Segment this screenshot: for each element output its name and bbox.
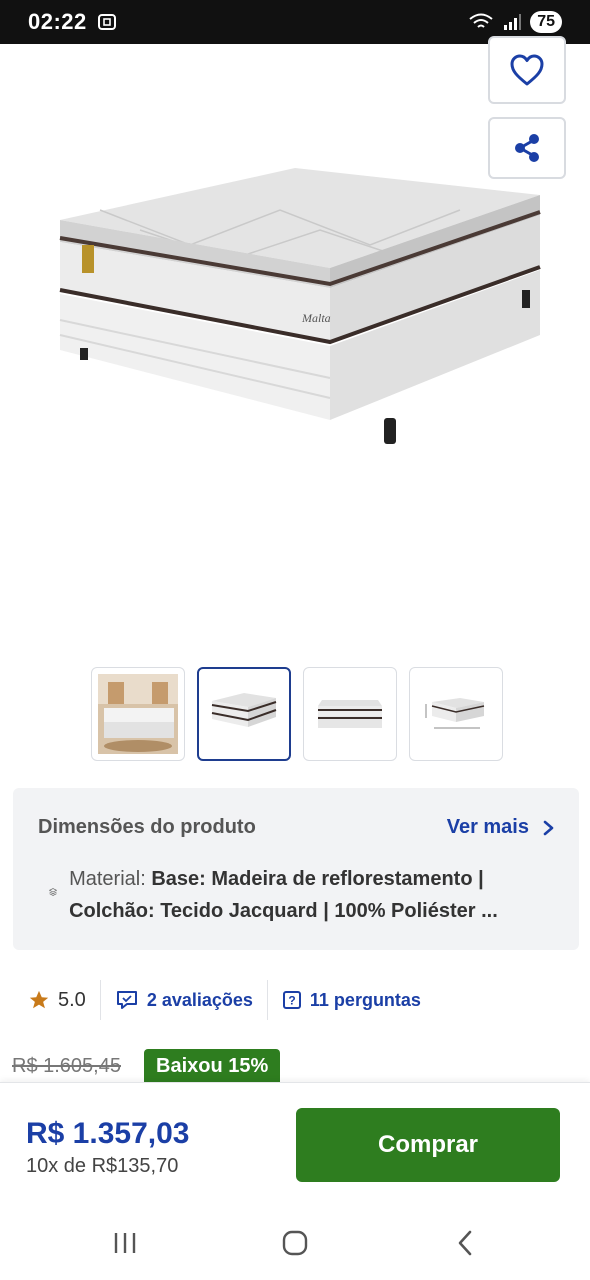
layers-icon <box>49 888 58 896</box>
review-bubble-icon <box>116 991 137 1009</box>
battery-level: 75 <box>530 11 562 33</box>
questions-label: 11 perguntas <box>309 989 421 1010</box>
dimensions-title: Dimensões do produto <box>38 816 256 838</box>
home-button[interactable] <box>265 1218 325 1268</box>
current-price: R$ 1.357,03 <box>26 1117 190 1150</box>
recent-apps-button[interactable] <box>95 1218 155 1268</box>
bedroom-photo-icon <box>98 674 178 754</box>
system-nav-bar <box>0 1206 590 1280</box>
thumbnail-mattress-angle[interactable] <box>197 667 291 761</box>
thumbnail-mattress-front[interactable] <box>303 667 397 761</box>
product-dimensions-card: Dimensões do produto Ver mais Material: … <box>13 788 579 950</box>
recent-apps-icon <box>114 1233 136 1253</box>
material-label: Material: <box>69 868 152 890</box>
reviews-label: 2 avaliações <box>146 989 253 1010</box>
home-icon <box>282 1230 308 1256</box>
svg-text:?: ? <box>288 994 295 1008</box>
back-button[interactable] <box>435 1218 495 1268</box>
chevron-right-icon <box>543 820 554 835</box>
status-indicators: 75 <box>468 11 562 33</box>
buy-bar: R$ 1.357,03 10x de R$135,70 Comprar <box>0 1082 590 1206</box>
discount-badge: Baixou 15% <box>144 1049 281 1083</box>
old-price: R$ 1.605,45 <box>12 1055 121 1077</box>
heart-icon <box>510 54 544 86</box>
questions-link[interactable]: ? 11 perguntas <box>266 980 435 1020</box>
mattress-brand-label: Malta <box>301 311 331 325</box>
product-image[interactable]: Malta <box>40 150 550 470</box>
rating-row: 5.0 2 avaliações ? 11 perguntas <box>14 980 435 1020</box>
mattress-dimensions-icon <box>425 698 485 729</box>
thumbnail-bedroom[interactable] <box>91 667 185 761</box>
screenshot-icon <box>97 14 116 30</box>
back-icon <box>458 1230 472 1256</box>
favorite-button[interactable] <box>488 36 566 104</box>
buy-button[interactable]: Comprar <box>296 1108 560 1182</box>
see-more-link[interactable]: Ver mais <box>447 816 555 839</box>
mattress-angle-icon <box>211 693 277 727</box>
material-text: Material: Base: Madeira de reflorestamen… <box>69 863 559 927</box>
thumbnail-strip <box>91 667 503 761</box>
star-icon <box>29 990 49 1009</box>
installments-text: 10x de R$135,70 <box>26 1155 179 1177</box>
see-more-label: Ver mais <box>446 816 529 838</box>
status-time: 02:22 <box>28 9 87 34</box>
question-icon: ? <box>282 991 301 1009</box>
mattress-front-icon <box>318 700 382 728</box>
thumbnail-mattress-dimensions[interactable] <box>409 667 503 761</box>
wifi-icon <box>469 13 493 28</box>
signal-icon <box>504 14 522 30</box>
rating-value: 5.0 <box>58 988 86 1011</box>
reviews-link[interactable]: 2 avaliações <box>99 980 267 1020</box>
rating-score: 5.0 <box>14 980 100 1020</box>
material-row: Material: Base: Madeira de reflorestamen… <box>49 863 559 927</box>
